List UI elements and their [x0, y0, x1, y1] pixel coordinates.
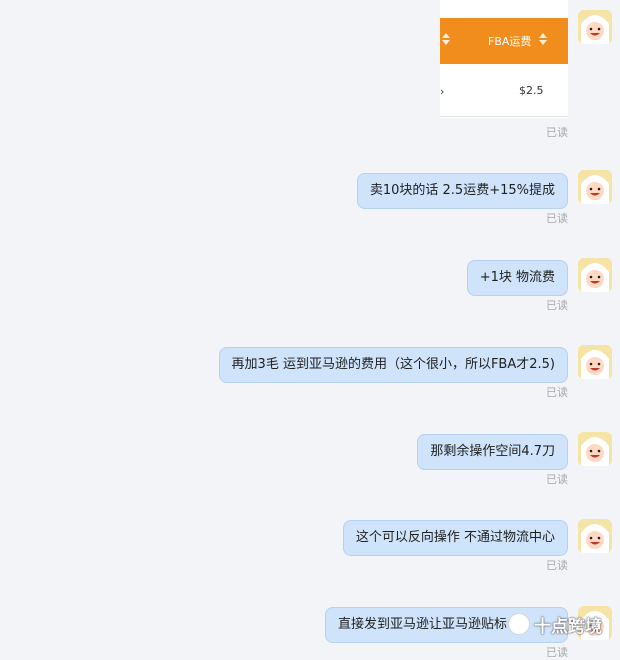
avatar[interactable] — [578, 258, 612, 292]
read-status: 已读 — [546, 646, 568, 659]
read-status: 已读 — [546, 386, 568, 399]
message-bubble[interactable]: 那剩余操作空间4.7刀 — [417, 434, 568, 470]
cartoon-avatar-icon — [578, 170, 612, 204]
message-bubble[interactable]: 这个可以反向操作 不通过物流中心 — [342, 520, 568, 556]
cartoon-avatar-icon — [578, 432, 612, 466]
message-bubble[interactable]: +1块 物流费 — [466, 260, 568, 296]
row-marker: › — [440, 85, 445, 98]
avatar[interactable] — [578, 432, 612, 466]
message-bubble[interactable]: 卖10块的话 2.5运费+15%提成 — [356, 173, 568, 209]
cartoon-avatar-icon — [578, 258, 612, 292]
avatar[interactable] — [578, 519, 612, 553]
cartoon-avatar-icon — [578, 345, 612, 379]
table-header: FBA运费 — [440, 18, 568, 64]
avatar[interactable] — [578, 10, 612, 44]
message-bubble[interactable]: 再加3毛 运到亚马逊的费用（这个很小，所以FBA才2.5) — [218, 347, 568, 383]
read-status: 已读 — [546, 299, 568, 312]
read-status: 已读 — [546, 473, 568, 486]
watermark-faint-text: 消息 — [578, 620, 598, 631]
table-image-message[interactable]: FBA运费 › $2.5 — [440, 0, 568, 118]
cartoon-avatar-icon — [578, 10, 612, 44]
cartoon-avatar-icon — [578, 519, 612, 553]
read-status: 已读 — [546, 212, 568, 225]
avatar[interactable] — [578, 345, 612, 379]
fba-fee-value: $2.5 — [519, 84, 544, 97]
read-status: 已读 — [546, 559, 568, 572]
column-title-fba-fee: FBA运费 — [488, 35, 532, 48]
sort-icon[interactable] — [442, 32, 450, 46]
avatar[interactable] — [578, 170, 612, 204]
wechat-logo-icon — [508, 613, 530, 635]
read-status: 已读 — [546, 126, 568, 139]
divider — [440, 116, 568, 117]
sort-icon[interactable] — [539, 32, 547, 46]
